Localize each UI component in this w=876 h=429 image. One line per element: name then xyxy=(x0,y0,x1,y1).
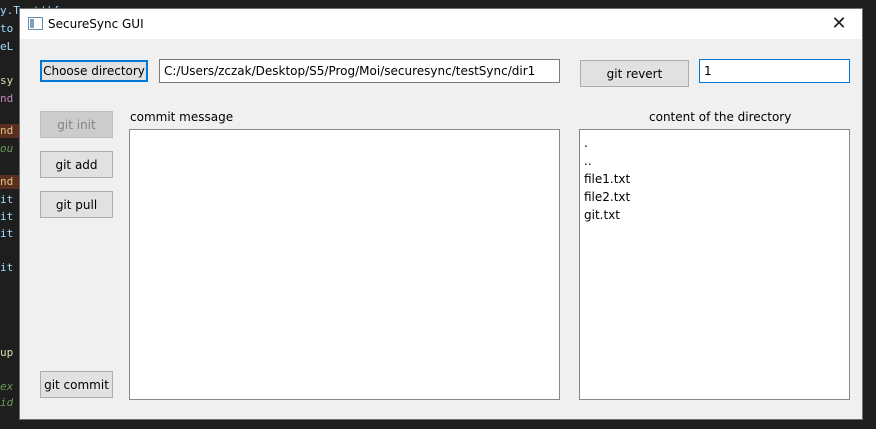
editor-line: ou xyxy=(0,142,14,155)
revert-count-input[interactable]: 1 xyxy=(699,59,850,83)
editor-line: it xyxy=(0,261,14,274)
editor-line: up xyxy=(0,346,14,359)
commit-message-textarea[interactable] xyxy=(129,129,560,400)
editor-line: nd xyxy=(0,92,14,105)
git-revert-button[interactable]: git revert xyxy=(580,60,689,87)
editor-line: eL xyxy=(0,40,14,53)
window-title: SecureSync GUI xyxy=(48,17,144,31)
close-button[interactable]: ✕ xyxy=(816,9,862,39)
editor-line: id xyxy=(0,396,14,409)
editor-line: it xyxy=(0,193,14,206)
title-bar[interactable]: SecureSync GUI ✕ xyxy=(20,9,862,39)
list-item[interactable]: git.txt xyxy=(584,206,630,224)
close-icon: ✕ xyxy=(831,13,847,34)
directory-content-list[interactable]: . .. file1.txt file2.txt git.txt xyxy=(579,129,850,400)
app-window-icon xyxy=(28,17,43,30)
git-pull-button[interactable]: git pull xyxy=(40,191,113,218)
editor-line: it xyxy=(0,210,14,223)
editor-line: nd xyxy=(0,175,20,189)
directory-content-label: content of the directory xyxy=(649,110,792,124)
editor-line: nd xyxy=(0,124,20,138)
commit-message-label: commit message xyxy=(130,110,234,124)
git-init-button[interactable]: git init xyxy=(40,111,113,138)
list-item[interactable]: file2.txt xyxy=(584,188,630,206)
directory-path-field[interactable]: C:/Users/zczak/Desktop/S5/Prog/Moi/secur… xyxy=(159,59,560,83)
list-item[interactable]: . xyxy=(584,134,630,152)
editor-line: ex xyxy=(0,380,14,393)
securesync-window: SecureSync GUI ✕ Choose directory C:/Use… xyxy=(20,9,862,419)
choose-directory-button[interactable]: Choose directory xyxy=(40,60,148,82)
editor-line: to xyxy=(0,22,14,35)
git-add-button[interactable]: git add xyxy=(40,151,113,178)
git-commit-button[interactable]: git commit xyxy=(40,371,113,398)
editor-line: it xyxy=(0,227,14,240)
list-item[interactable]: file1.txt xyxy=(584,170,630,188)
list-item[interactable]: .. xyxy=(584,152,630,170)
